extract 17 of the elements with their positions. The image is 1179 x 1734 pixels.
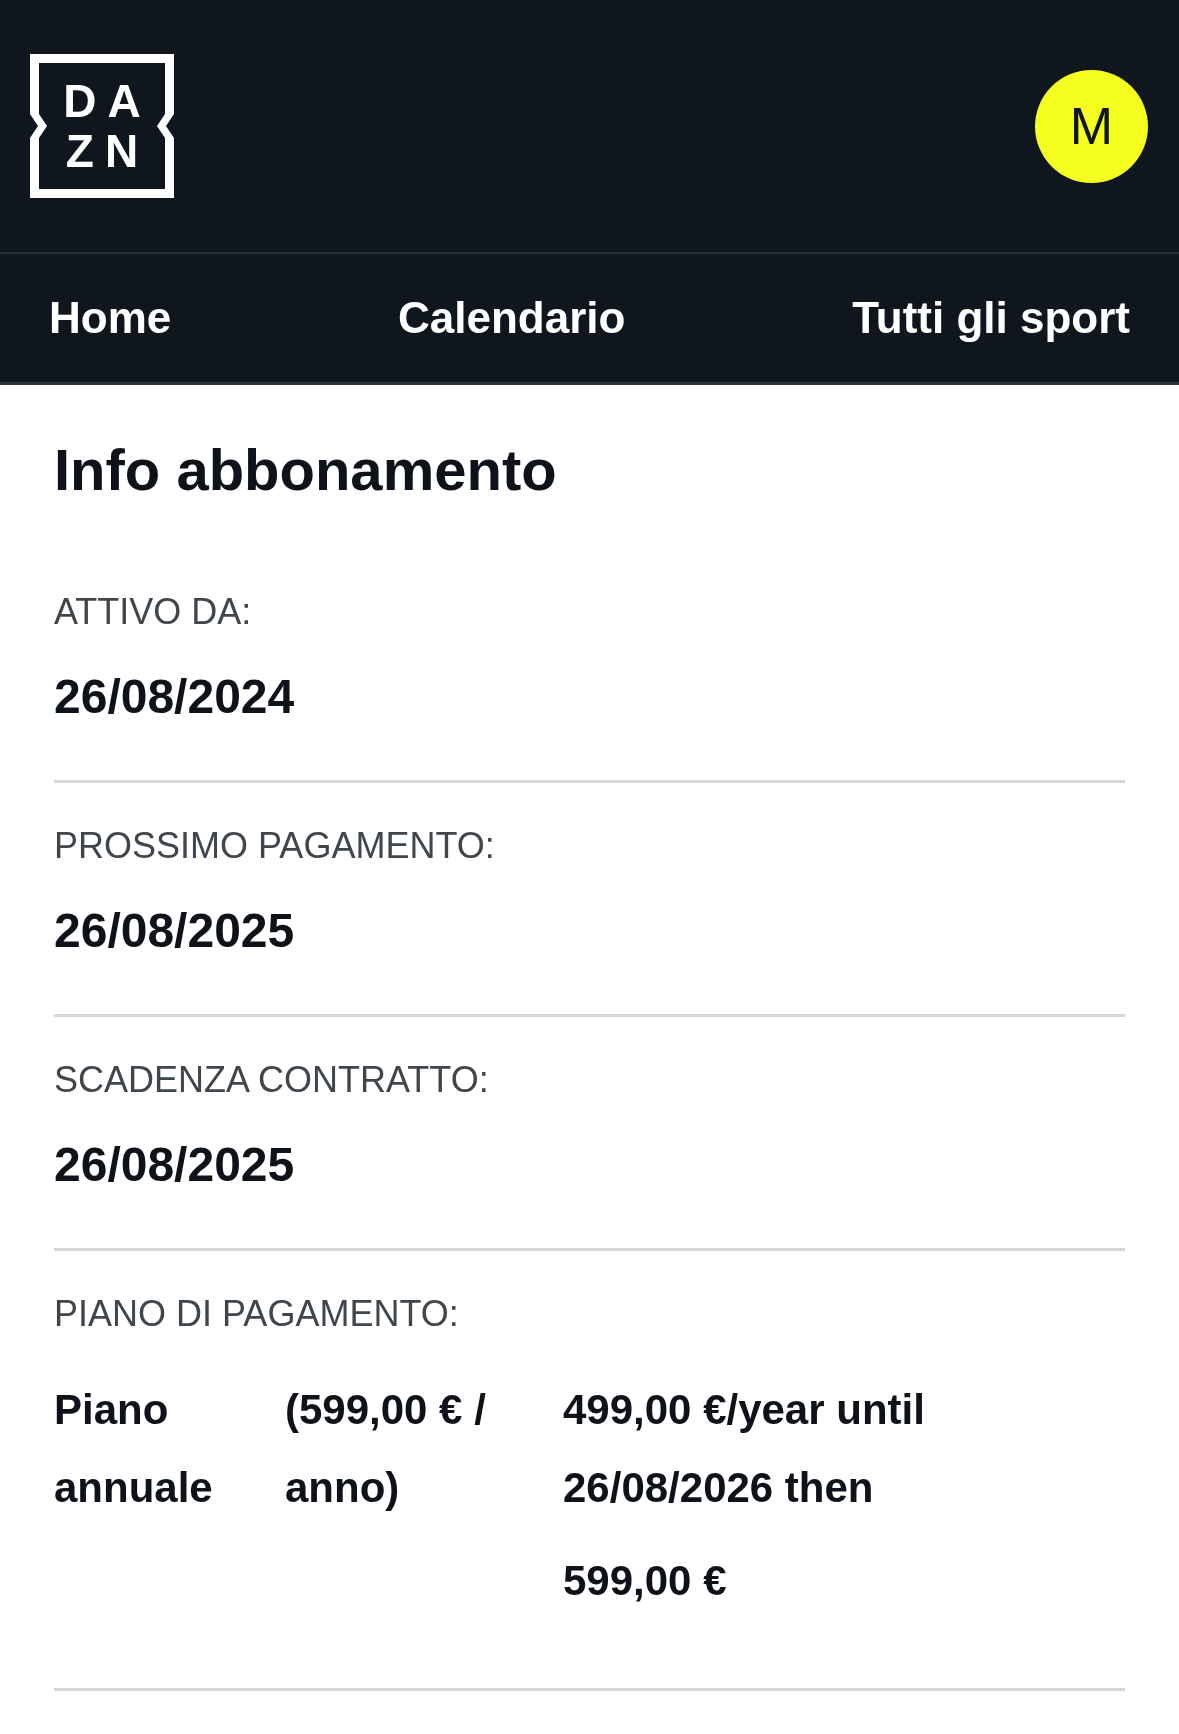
field-label: PROSSIMO PAGAMENTO: [54,824,496,868]
nav-link[interactable]: Calendario [398,290,626,346]
nav-link[interactable]: Home [49,290,172,346]
plan-price: (599,00 € / anno) [285,1385,487,1513]
nav-link[interactable]: Tutti gli sport [852,290,1130,346]
field-label: SCADENZA CONTRATTO: [54,1058,490,1102]
field-value: 26/08/2024 [54,669,296,725]
page-title: Info abbonamento [54,436,558,504]
field-value: 26/08/2025 [54,903,296,959]
plan-name: Piano annuale [54,1385,214,1513]
plan-offer-text: 499,00 €/year until 26/08/2026 then [563,1385,926,1513]
field-value: 26/08/2025 [54,1137,296,1193]
field-label: ATTIVO DA: [54,590,253,634]
plan-offer-text: 599,00 € [563,1556,728,1606]
logo[interactable]: DA ZN [30,54,174,198]
field-label: PIANO DI PAGAMENTO: [54,1292,460,1336]
profile-avatar[interactable]: M [1035,69,1148,183]
